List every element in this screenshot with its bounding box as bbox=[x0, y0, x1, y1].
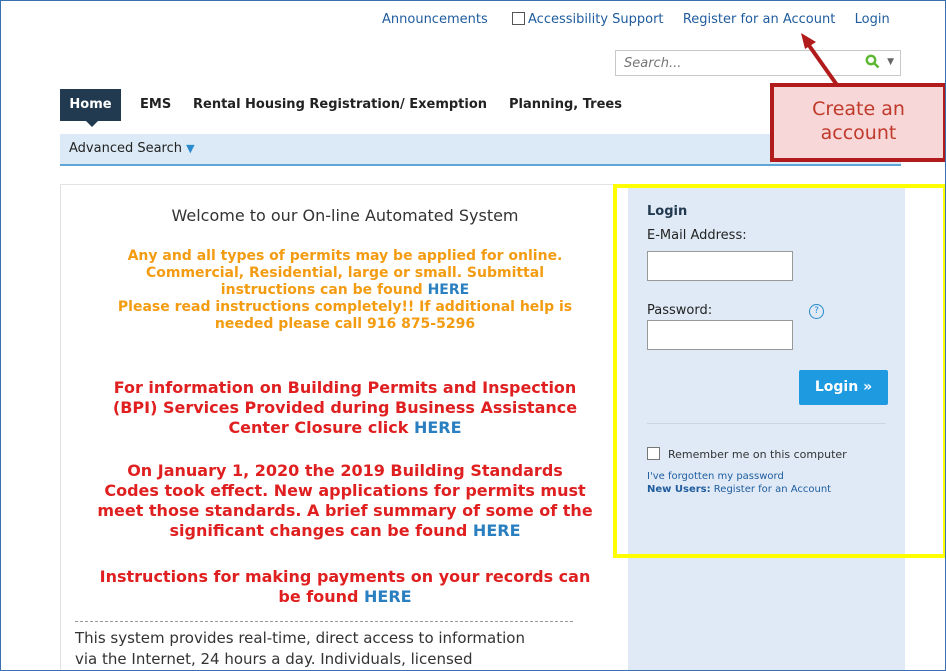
notice-text: be found bbox=[278, 587, 365, 606]
notice-text: significant changes can be found bbox=[169, 521, 473, 540]
bpi-here-link[interactable]: HERE bbox=[414, 418, 462, 437]
page-frame: Announcements Accessibility Support Regi… bbox=[0, 0, 946, 671]
notice-line: needed please call 916 875-5296 bbox=[214, 316, 476, 332]
notice-line: be found HERE bbox=[61, 587, 629, 607]
welcome-heading: Welcome to our On-line Automated System bbox=[171, 206, 519, 225]
notice-text: Center Closure click bbox=[228, 418, 414, 437]
codes-notice: On January 1, 2020 the 2019 Building Sta… bbox=[61, 461, 629, 541]
highlight-box bbox=[613, 184, 945, 558]
codes-here-link[interactable]: HERE bbox=[473, 521, 521, 540]
callout-line: account bbox=[820, 122, 897, 144]
callout-line: Create an bbox=[812, 98, 905, 120]
description-line: via the Internet, 24 hours a day. Indivi… bbox=[75, 650, 473, 668]
payments-here-link[interactable]: HERE bbox=[364, 587, 412, 606]
notice-line: significant changes can be found HERE bbox=[61, 521, 629, 541]
system-description: This system provides real-time, direct a… bbox=[75, 628, 595, 670]
description-line: This system provides real-time, direct a… bbox=[75, 629, 525, 647]
chevron-down-icon: ▼ bbox=[186, 142, 195, 155]
notice-line: instructions can be found HERE bbox=[61, 282, 629, 299]
notice-text: instructions can be found bbox=[220, 282, 428, 298]
divider bbox=[75, 621, 573, 622]
welcome-panel: Welcome to our On-line Automated System … bbox=[60, 184, 630, 670]
instructions-here-link[interactable]: HERE bbox=[428, 282, 470, 298]
create-account-callout: Create an account bbox=[770, 83, 945, 162]
notice-line: Codes took effect. New applications for … bbox=[104, 481, 586, 500]
notice-line: Center Closure click HERE bbox=[61, 418, 629, 438]
notice-line: Commercial, Residential, large or small.… bbox=[145, 265, 544, 281]
advanced-search-link[interactable]: Advanced Search ▼ bbox=[69, 141, 195, 156]
permits-notice: Any and all types of permits may be appl… bbox=[61, 248, 629, 333]
notice-line: Instructions for making payments on your… bbox=[99, 567, 591, 586]
notice-line: For information on Building Permits and … bbox=[113, 378, 577, 397]
notice-line: (BPI) Services Provided during Business … bbox=[112, 398, 578, 417]
notice-line: Any and all types of permits may be appl… bbox=[127, 248, 563, 264]
payments-notice: Instructions for making payments on your… bbox=[61, 567, 629, 607]
notice-line: meet those standards. A brief summary of… bbox=[97, 501, 593, 520]
advanced-search-label: Advanced Search bbox=[69, 141, 183, 156]
bpi-notice: For information on Building Permits and … bbox=[61, 378, 629, 438]
notice-line: Please read instructions completely!! If… bbox=[117, 299, 573, 315]
notice-line: On January 1, 2020 the 2019 Building Sta… bbox=[127, 461, 563, 480]
